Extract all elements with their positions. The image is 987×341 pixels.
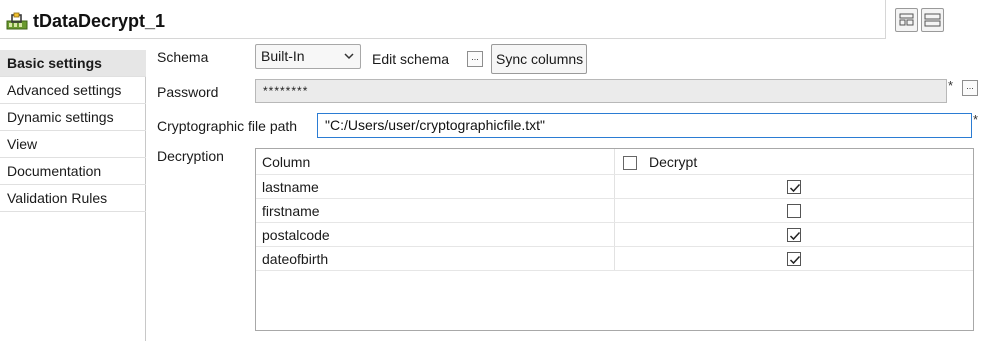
- decryption-table: Column Decrypt lastname firstname postal…: [255, 148, 974, 331]
- column-cell: firstname: [262, 203, 320, 219]
- header-divider: [0, 38, 886, 39]
- table-row[interactable]: dateofbirth: [256, 247, 973, 271]
- sync-columns-button[interactable]: Sync columns: [491, 44, 587, 74]
- checkmark-icon: [789, 255, 801, 265]
- schema-select[interactable]: Built-In: [255, 44, 361, 69]
- component-title: tDataDecrypt_1: [33, 11, 166, 31]
- decrypt-checkbox[interactable]: [787, 180, 801, 194]
- stacked-view-icon[interactable]: [921, 8, 944, 32]
- crypto-file-path-input[interactable]: "C:/Users/user/cryptographicfile.txt": [317, 113, 972, 138]
- table-row[interactable]: postalcode: [256, 223, 973, 247]
- checkmark-icon: [789, 183, 801, 193]
- column-header: Column: [262, 154, 311, 170]
- password-field[interactable]: ********: [255, 79, 947, 103]
- column-cell: postalcode: [262, 227, 330, 243]
- settings-sidebar: Basic settings Advanced settings Dynamic…: [0, 50, 146, 341]
- column-cell: lastname: [262, 179, 319, 195]
- header-vertical-divider: [885, 0, 886, 39]
- decrypt-checkbox[interactable]: [787, 252, 801, 266]
- sidebar-item-view[interactable]: View: [0, 131, 146, 158]
- password-edit-button[interactable]: ...: [962, 80, 978, 96]
- table-row[interactable]: lastname: [256, 175, 973, 199]
- schema-select-value: Built-In: [261, 48, 305, 64]
- sidebar-item-validation-rules[interactable]: Validation Rules: [0, 185, 146, 212]
- crypto-file-path-label: Cryptographic file path: [157, 118, 298, 134]
- password-label: Password: [157, 84, 219, 100]
- sidebar-item-dynamic-settings[interactable]: Dynamic settings: [0, 104, 146, 131]
- decrypt-checkbox[interactable]: [787, 204, 801, 218]
- checkmark-icon: [789, 231, 801, 241]
- column-cell: dateofbirth: [262, 251, 329, 267]
- table-row[interactable]: firstname: [256, 199, 973, 223]
- decrypt-all-checkbox[interactable]: [623, 156, 637, 170]
- component-icon: [6, 12, 28, 30]
- sidebar-item-advanced-settings[interactable]: Advanced settings: [0, 77, 146, 104]
- edit-schema-button[interactable]: ...: [467, 51, 483, 67]
- sidebar-item-documentation[interactable]: Documentation: [0, 158, 146, 185]
- component-header: tDataDecrypt_1: [0, 0, 987, 40]
- schema-label: Schema: [157, 49, 209, 65]
- decryption-label: Decryption: [157, 148, 224, 164]
- chevron-down-icon: [344, 53, 354, 60]
- sidebar-item-basic-settings[interactable]: Basic settings: [0, 50, 146, 77]
- password-required-marker: *: [948, 78, 954, 93]
- decrypt-checkbox[interactable]: [787, 228, 801, 242]
- table-header-row: Column Decrypt: [256, 149, 973, 175]
- crypto-required-marker: *: [973, 112, 979, 127]
- edit-schema-label: Edit schema: [372, 51, 450, 67]
- grid-view-icon[interactable]: [895, 8, 918, 32]
- decrypt-header: Decrypt: [649, 154, 698, 170]
